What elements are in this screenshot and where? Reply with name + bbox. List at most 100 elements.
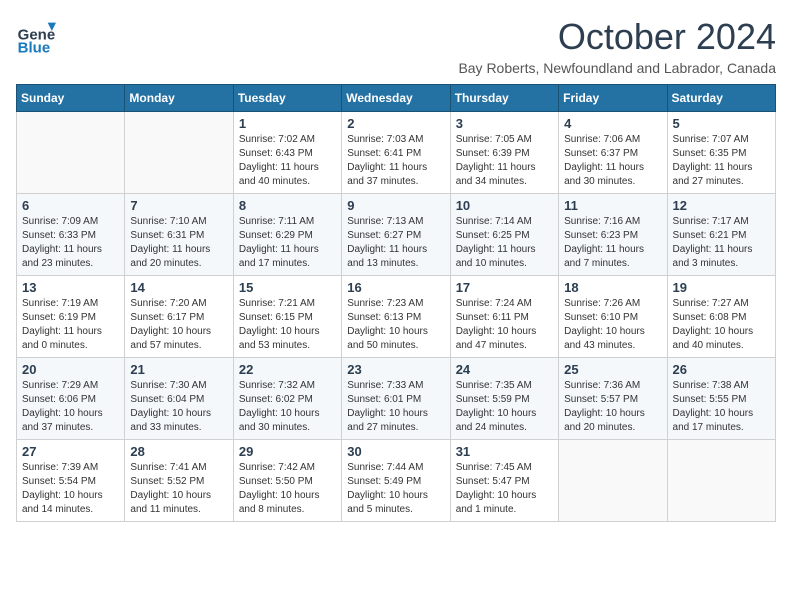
day-number: 6 [22,198,119,213]
column-header-thursday: Thursday [450,85,558,112]
calendar-cell: 20 Sunrise: 7:29 AM Sunset: 6:06 PM Dayli… [17,358,125,440]
calendar-cell: 17 Sunrise: 7:24 AM Sunset: 6:11 PM Dayli… [450,276,558,358]
day-number: 30 [347,444,444,459]
logo: General Blue [16,16,60,56]
calendar-cell: 7 Sunrise: 7:10 AM Sunset: 6:31 PM Daylig… [125,194,233,276]
day-number: 5 [673,116,770,131]
day-info: Sunrise: 7:16 AM Sunset: 6:23 PM Dayligh… [564,215,661,271]
day-number: 29 [239,444,336,459]
day-info: Sunrise: 7:39 AM Sunset: 5:54 PM Dayligh… [22,461,119,517]
day-number: 2 [347,116,444,131]
day-info: Sunrise: 7:41 AM Sunset: 5:52 PM Dayligh… [130,461,227,517]
day-number: 18 [564,280,661,295]
day-number: 8 [239,198,336,213]
day-number: 23 [347,362,444,377]
day-number: 12 [673,198,770,213]
calendar-cell: 9 Sunrise: 7:13 AM Sunset: 6:27 PM Daylig… [342,194,450,276]
calendar-cell: 28 Sunrise: 7:41 AM Sunset: 5:52 PM Dayli… [125,440,233,522]
day-number: 11 [564,198,661,213]
day-info: Sunrise: 7:32 AM Sunset: 6:02 PM Dayligh… [239,379,336,435]
day-number: 10 [456,198,553,213]
calendar-cell: 30Sunrise: 7:44 AM Sunset: 5:49 PM Dayli… [342,440,450,522]
day-info: Sunrise: 7:09 AM Sunset: 6:33 PM Dayligh… [22,215,119,271]
calendar-cell: 26 Sunrise: 7:38 AM Sunset: 5:55 PM Dayli… [667,358,775,440]
calendar-week-row: 27 Sunrise: 7:39 AM Sunset: 5:54 PM Dayli… [17,440,776,522]
day-number: 7 [130,198,227,213]
calendar-cell: 1Sunrise: 7:02 AM Sunset: 6:43 PM Daylig… [233,112,341,194]
column-header-saturday: Saturday [667,85,775,112]
day-info: Sunrise: 7:29 AM Sunset: 6:06 PM Dayligh… [22,379,119,435]
calendar-cell: 15Sunrise: 7:21 AM Sunset: 6:15 PM Dayli… [233,276,341,358]
calendar-cell: 25 Sunrise: 7:36 AM Sunset: 5:57 PM Dayli… [559,358,667,440]
day-info: Sunrise: 7:38 AM Sunset: 5:55 PM Dayligh… [673,379,770,435]
day-info: Sunrise: 7:07 AM Sunset: 6:35 PM Dayligh… [673,133,770,189]
day-number: 1 [239,116,336,131]
title-section: October 2024 Bay Roberts, Newfoundland a… [458,16,776,76]
column-header-sunday: Sunday [17,85,125,112]
calendar-cell [559,440,667,522]
day-info: Sunrise: 7:42 AM Sunset: 5:50 PM Dayligh… [239,461,336,517]
day-number: 17 [456,280,553,295]
day-info: Sunrise: 7:35 AM Sunset: 5:59 PM Dayligh… [456,379,553,435]
day-number: 15 [239,280,336,295]
day-info: Sunrise: 7:27 AM Sunset: 6:08 PM Dayligh… [673,297,770,353]
location-subtitle: Bay Roberts, Newfoundland and Labrador, … [458,60,776,76]
day-number: 28 [130,444,227,459]
day-number: 14 [130,280,227,295]
calendar-header-row: SundayMondayTuesdayWednesdayThursdayFrid… [17,85,776,112]
month-title: October 2024 [458,16,776,58]
day-number: 13 [22,280,119,295]
day-info: Sunrise: 7:17 AM Sunset: 6:21 PM Dayligh… [673,215,770,271]
day-number: 24 [456,362,553,377]
day-number: 16 [347,280,444,295]
day-number: 22 [239,362,336,377]
calendar-week-row: 13 Sunrise: 7:19 AM Sunset: 6:19 PM Dayli… [17,276,776,358]
svg-text:Blue: Blue [18,40,51,56]
calendar-cell: 11 Sunrise: 7:16 AM Sunset: 6:23 PM Dayli… [559,194,667,276]
calendar-cell: 14 Sunrise: 7:20 AM Sunset: 6:17 PM Dayli… [125,276,233,358]
day-info: Sunrise: 7:05 AM Sunset: 6:39 PM Dayligh… [456,133,553,189]
day-info: Sunrise: 7:33 AM Sunset: 6:01 PM Dayligh… [347,379,444,435]
calendar-cell: 12 Sunrise: 7:17 AM Sunset: 6:21 PM Dayli… [667,194,775,276]
calendar-cell: 19 Sunrise: 7:27 AM Sunset: 6:08 PM Dayli… [667,276,775,358]
day-info: Sunrise: 7:19 AM Sunset: 6:19 PM Dayligh… [22,297,119,353]
column-header-friday: Friday [559,85,667,112]
column-header-wednesday: Wednesday [342,85,450,112]
day-info: Sunrise: 7:20 AM Sunset: 6:17 PM Dayligh… [130,297,227,353]
calendar-cell: 3Sunrise: 7:05 AM Sunset: 6:39 PM Daylig… [450,112,558,194]
day-info: Sunrise: 7:03 AM Sunset: 6:41 PM Dayligh… [347,133,444,189]
day-info: Sunrise: 7:10 AM Sunset: 6:31 PM Dayligh… [130,215,227,271]
calendar-week-row: 1Sunrise: 7:02 AM Sunset: 6:43 PM Daylig… [17,112,776,194]
calendar-cell: 2 Sunrise: 7:03 AM Sunset: 6:41 PM Daylig… [342,112,450,194]
day-info: Sunrise: 7:24 AM Sunset: 6:11 PM Dayligh… [456,297,553,353]
day-info: Sunrise: 7:36 AM Sunset: 5:57 PM Dayligh… [564,379,661,435]
day-info: Sunrise: 7:06 AM Sunset: 6:37 PM Dayligh… [564,133,661,189]
calendar-cell: 23 Sunrise: 7:33 AM Sunset: 6:01 PM Dayli… [342,358,450,440]
day-number: 25 [564,362,661,377]
day-number: 4 [564,116,661,131]
day-info: Sunrise: 7:11 AM Sunset: 6:29 PM Dayligh… [239,215,336,271]
day-number: 20 [22,362,119,377]
calendar-week-row: 6 Sunrise: 7:09 AM Sunset: 6:33 PM Daylig… [17,194,776,276]
calendar-cell: 18 Sunrise: 7:26 AM Sunset: 6:10 PM Dayli… [559,276,667,358]
calendar-cell: 13 Sunrise: 7:19 AM Sunset: 6:19 PM Dayli… [17,276,125,358]
day-info: Sunrise: 7:30 AM Sunset: 6:04 PM Dayligh… [130,379,227,435]
calendar-cell: 16 Sunrise: 7:23 AM Sunset: 6:13 PM Dayli… [342,276,450,358]
day-number: 26 [673,362,770,377]
column-header-monday: Monday [125,85,233,112]
calendar-cell: 6 Sunrise: 7:09 AM Sunset: 6:33 PM Daylig… [17,194,125,276]
calendar-cell: 21 Sunrise: 7:30 AM Sunset: 6:04 PM Dayli… [125,358,233,440]
day-info: Sunrise: 7:13 AM Sunset: 6:27 PM Dayligh… [347,215,444,271]
calendar-cell: 24 Sunrise: 7:35 AM Sunset: 5:59 PM Dayli… [450,358,558,440]
calendar-cell: 22 Sunrise: 7:32 AM Sunset: 6:02 PM Dayli… [233,358,341,440]
day-number: 27 [22,444,119,459]
day-info: Sunrise: 7:26 AM Sunset: 6:10 PM Dayligh… [564,297,661,353]
calendar-cell: 5 Sunrise: 7:07 AM Sunset: 6:35 PM Daylig… [667,112,775,194]
calendar-cell [667,440,775,522]
day-number: 19 [673,280,770,295]
day-info: Sunrise: 7:23 AM Sunset: 6:13 PM Dayligh… [347,297,444,353]
day-number: 21 [130,362,227,377]
calendar-cell [125,112,233,194]
day-number: 9 [347,198,444,213]
calendar-cell: 4 Sunrise: 7:06 AM Sunset: 6:37 PM Daylig… [559,112,667,194]
